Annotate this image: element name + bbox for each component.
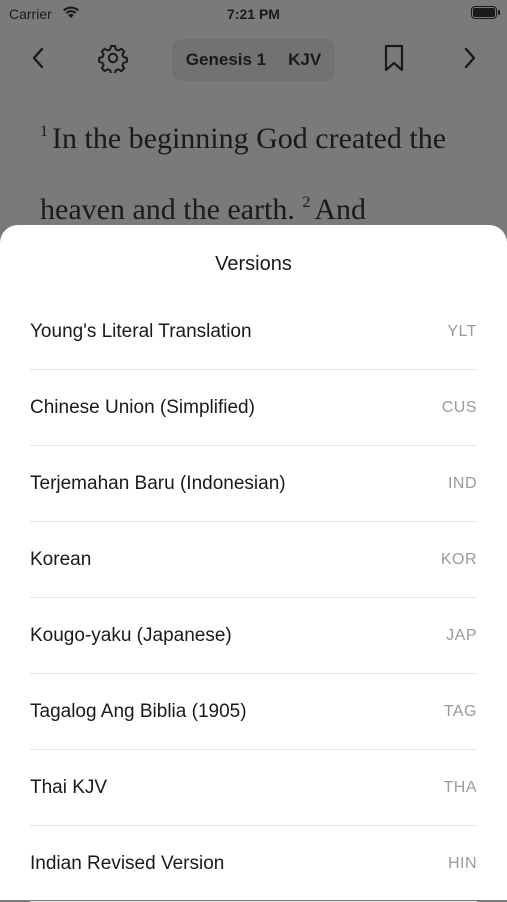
chevron-left-icon: [31, 47, 45, 74]
version-code: THA: [443, 778, 477, 796]
version-code: YLT: [447, 322, 477, 340]
book-chapter-label: Genesis 1: [185, 50, 267, 69]
version-code: CUS: [441, 398, 477, 416]
version-code: JAP: [446, 626, 477, 644]
version-label: KJV: [288, 50, 322, 69]
version-code: IND: [447, 474, 477, 492]
bookmark-button[interactable]: [376, 42, 412, 78]
version-code: HIN: [447, 854, 477, 872]
reader-toolbar: Genesis 1 KJV: [0, 28, 507, 92]
gear-icon: [98, 43, 128, 78]
chevron-right-icon: [463, 47, 477, 74]
bookmark-icon: [383, 44, 405, 77]
version-name: Chinese Union (Simplified): [30, 396, 255, 418]
settings-button[interactable]: [95, 42, 131, 78]
version-list: Young's Literal Translation YLT Chinese …: [30, 294, 477, 902]
status-bar: Carrier 7:21 PM: [0, 0, 507, 28]
chapter-version-selector[interactable]: Genesis 1 KJV: [172, 39, 335, 81]
scripture-text: 1 In the beginning God created the heaven…: [40, 100, 480, 242]
battery-tip: [498, 10, 500, 15]
battery-icon: [471, 6, 497, 19]
verse-number: 1: [40, 123, 48, 140]
version-item[interactable]: Thai KJV THA: [30, 750, 477, 826]
version-item[interactable]: Korean KOR: [30, 522, 477, 598]
version-name: Terjemahan Baru (Indonesian): [30, 472, 286, 494]
version-code: TAG: [443, 702, 477, 720]
next-chapter-button[interactable]: [452, 42, 488, 78]
previous-chapter-button[interactable]: [20, 42, 56, 78]
version-item[interactable]: Tagalog Ang Biblia (1905) TAG: [30, 674, 477, 750]
verse-text: And: [314, 193, 367, 226]
verse-text: In the beginning God created the heaven …: [40, 122, 447, 226]
version-name: Kougo-yaku (Japanese): [30, 624, 232, 646]
version-item[interactable]: Terjemahan Baru (Indonesian) IND: [30, 446, 477, 522]
version-item[interactable]: Kougo-yaku (Japanese) JAP: [30, 598, 477, 674]
verse-number: 2: [302, 194, 311, 211]
clock: 7:21 PM: [227, 6, 280, 22]
version-name: Indian Revised Version: [30, 852, 225, 874]
version-name: Korean: [30, 548, 92, 570]
version-name: Young's Literal Translation: [30, 320, 252, 342]
version-item[interactable]: Indian Revised Version HIN: [30, 826, 477, 902]
version-name: Tagalog Ang Biblia (1905): [30, 700, 247, 722]
sheet-title: Versions: [215, 253, 292, 275]
version-code: KOR: [440, 550, 477, 568]
version-item[interactable]: Young's Literal Translation YLT: [30, 294, 477, 370]
version-item[interactable]: Chinese Union (Simplified) CUS: [30, 370, 477, 446]
versions-sheet: Versions Young's Literal Translation YLT…: [0, 225, 507, 902]
version-name: Thai KJV: [30, 776, 108, 798]
